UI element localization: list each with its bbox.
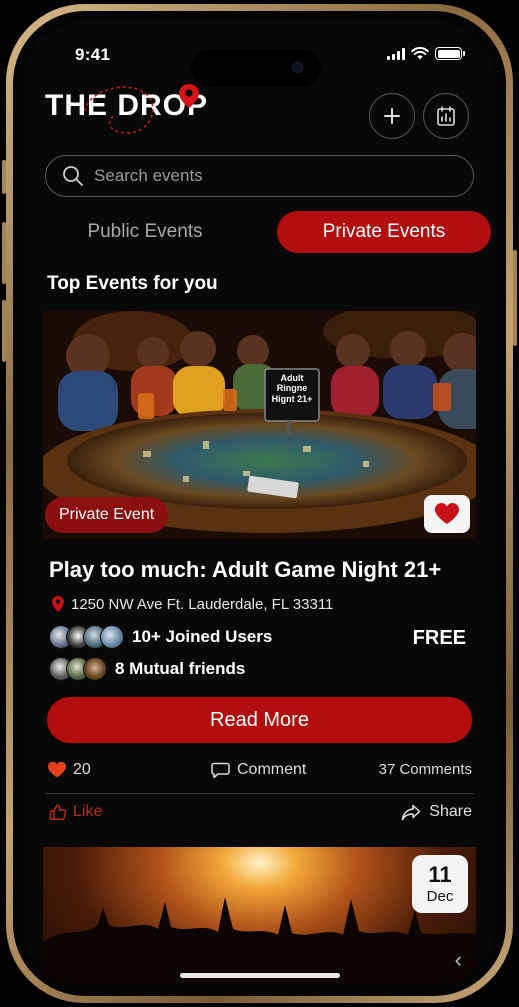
event-image[interactable]: Adult Ringne Hignt 21+ Private Event bbox=[43, 311, 476, 539]
wifi-icon bbox=[411, 47, 429, 60]
app-header: THE DROP bbox=[23, 83, 496, 143]
tab-public-events[interactable]: Public Events bbox=[45, 211, 245, 253]
likes-number: 20 bbox=[73, 761, 91, 778]
dynamic-island bbox=[191, 49, 321, 87]
share-label: Share bbox=[429, 803, 472, 820]
joined-users-row[interactable]: 10+ Joined Users bbox=[49, 625, 272, 649]
location-pin-icon bbox=[52, 596, 64, 612]
event-date-badge: 11 Dec bbox=[412, 855, 468, 913]
status-icons bbox=[387, 47, 465, 60]
private-event-badge: Private Event bbox=[45, 497, 169, 533]
add-event-button[interactable] bbox=[369, 93, 415, 139]
section-title: Top Events for you bbox=[47, 273, 218, 294]
status-bar: 9:41 bbox=[23, 39, 496, 87]
app-screen: 9:41 THE DROP Search events Public Event… bbox=[23, 21, 496, 986]
battery-icon bbox=[435, 47, 465, 60]
mutual-avatars bbox=[49, 657, 107, 681]
cellular-signal-icon bbox=[387, 47, 405, 60]
logo-swoosh bbox=[84, 86, 154, 134]
engagement-stats: 20 Comment 37 Comments bbox=[47, 761, 472, 785]
search-bar[interactable] bbox=[45, 155, 474, 197]
event-type-tabs: Public Events Private Events bbox=[45, 211, 491, 253]
event-price: FREE bbox=[412, 627, 466, 649]
event-date-month: Dec bbox=[426, 888, 454, 905]
calendar-icon bbox=[437, 106, 455, 126]
comments-count[interactable]: 37 Comments bbox=[379, 761, 472, 778]
share-button[interactable]: Share bbox=[401, 803, 472, 821]
event-address: 1250 NW Ave Ft. Lauderdale, FL 33311 bbox=[71, 595, 334, 613]
calendar-button[interactable] bbox=[423, 93, 469, 139]
comment-label: Comment bbox=[237, 761, 307, 778]
home-indicator[interactable] bbox=[179, 973, 340, 978]
power-button bbox=[513, 250, 517, 346]
phone-frame: 9:41 THE DROP Search events Public Event… bbox=[6, 4, 513, 1003]
chevron-left-icon[interactable]: ‹ bbox=[455, 947, 462, 973]
event-sign: Adult Ringne Hignt 21+ bbox=[271, 373, 313, 404]
post-actions: Like Share bbox=[47, 801, 472, 829]
likes-count[interactable]: 20 bbox=[47, 761, 91, 779]
plus-icon bbox=[384, 108, 400, 124]
event-title[interactable]: Play too much: Adult Game Night 21+ bbox=[49, 557, 441, 583]
event-location: 1250 NW Ave Ft. Lauderdale, FL 33311 bbox=[51, 595, 333, 613]
like-button[interactable]: Like bbox=[49, 803, 102, 821]
joined-users-count: 10+ Joined Users bbox=[132, 627, 273, 646]
tab-private-events[interactable]: Private Events bbox=[277, 211, 491, 253]
avatar bbox=[83, 657, 107, 681]
like-label: Like bbox=[73, 803, 103, 820]
heart-icon bbox=[48, 761, 66, 778]
comment-button[interactable]: Comment bbox=[211, 761, 306, 779]
search-icon bbox=[63, 166, 83, 186]
status-time: 9:41 bbox=[75, 45, 111, 64]
thumbs-up-icon bbox=[49, 804, 67, 821]
event-image-concert[interactable]: 11 Dec ‹ bbox=[43, 847, 476, 986]
share-icon bbox=[402, 804, 421, 820]
comment-icon bbox=[211, 762, 230, 778]
read-more-button[interactable]: Read More bbox=[47, 697, 472, 743]
joined-avatars bbox=[49, 625, 124, 649]
app-logo[interactable]: THE DROP bbox=[45, 84, 208, 134]
mutual-friends-count: 8 Mutual friends bbox=[115, 659, 246, 678]
avatar bbox=[100, 625, 124, 649]
location-pin-icon bbox=[179, 84, 199, 108]
search-input[interactable] bbox=[94, 166, 423, 186]
favorite-button[interactable] bbox=[424, 495, 470, 533]
heart-icon bbox=[435, 503, 459, 524]
mutual-friends-row[interactable]: 8 Mutual friends bbox=[49, 657, 245, 681]
divider bbox=[45, 793, 474, 794]
front-camera bbox=[292, 62, 303, 73]
phone-bezel: 9:41 THE DROP Search events Public Event… bbox=[13, 11, 506, 996]
event-date-day: 11 bbox=[428, 862, 452, 887]
